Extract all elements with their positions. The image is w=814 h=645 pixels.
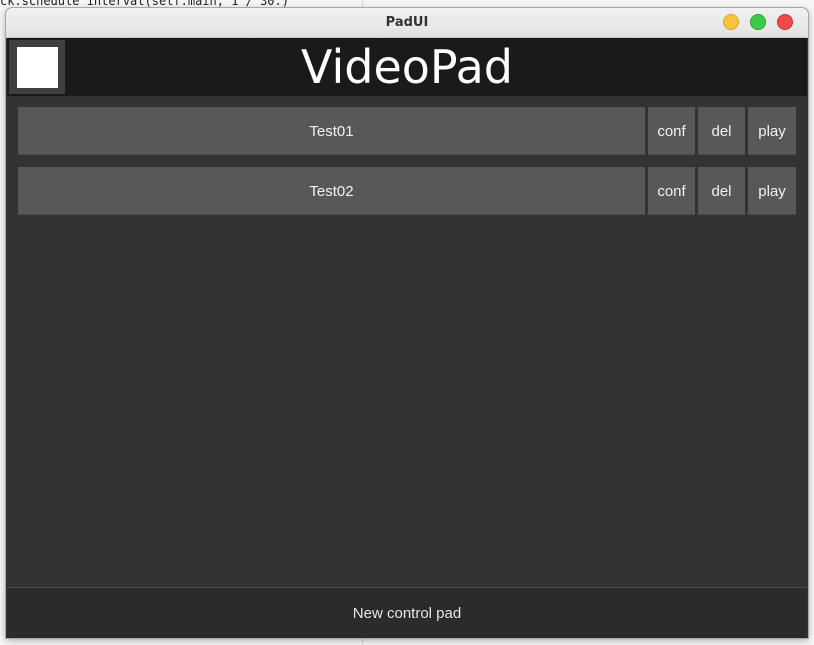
pad-play-button[interactable]: play: [748, 167, 796, 215]
pad-play-button[interactable]: play: [748, 107, 796, 155]
pad-delete-button[interactable]: del: [698, 167, 745, 215]
menu-square-icon: [17, 47, 58, 88]
minimize-button[interactable]: [723, 14, 739, 30]
pad-row: Test01 conf del play: [18, 107, 796, 155]
pad-conf-button[interactable]: conf: [648, 107, 695, 155]
padui-window: PadUI VideoPad Test01 conf del play Test…: [6, 8, 808, 638]
new-control-pad-button[interactable]: New control pad: [7, 587, 807, 638]
maximize-button[interactable]: [750, 14, 766, 30]
pad-list: Test01 conf del play Test02 conf del pla…: [18, 107, 796, 227]
menu-button[interactable]: [9, 40, 65, 94]
pad-delete-button[interactable]: del: [698, 107, 745, 155]
window-title: PadUI: [385, 15, 429, 30]
pad-name-button[interactable]: Test02: [18, 167, 645, 215]
title-bar[interactable]: PadUI: [6, 8, 808, 38]
pad-conf-button[interactable]: conf: [648, 167, 695, 215]
app-title: VideoPad: [301, 40, 513, 94]
close-button[interactable]: [777, 14, 793, 30]
code-line: ck.schedule_interval(self.main, 1 / 30.): [0, 0, 289, 8]
pad-name-button[interactable]: Test01: [18, 107, 645, 155]
app-header: VideoPad: [7, 38, 807, 96]
pad-row: Test02 conf del play: [18, 167, 796, 215]
